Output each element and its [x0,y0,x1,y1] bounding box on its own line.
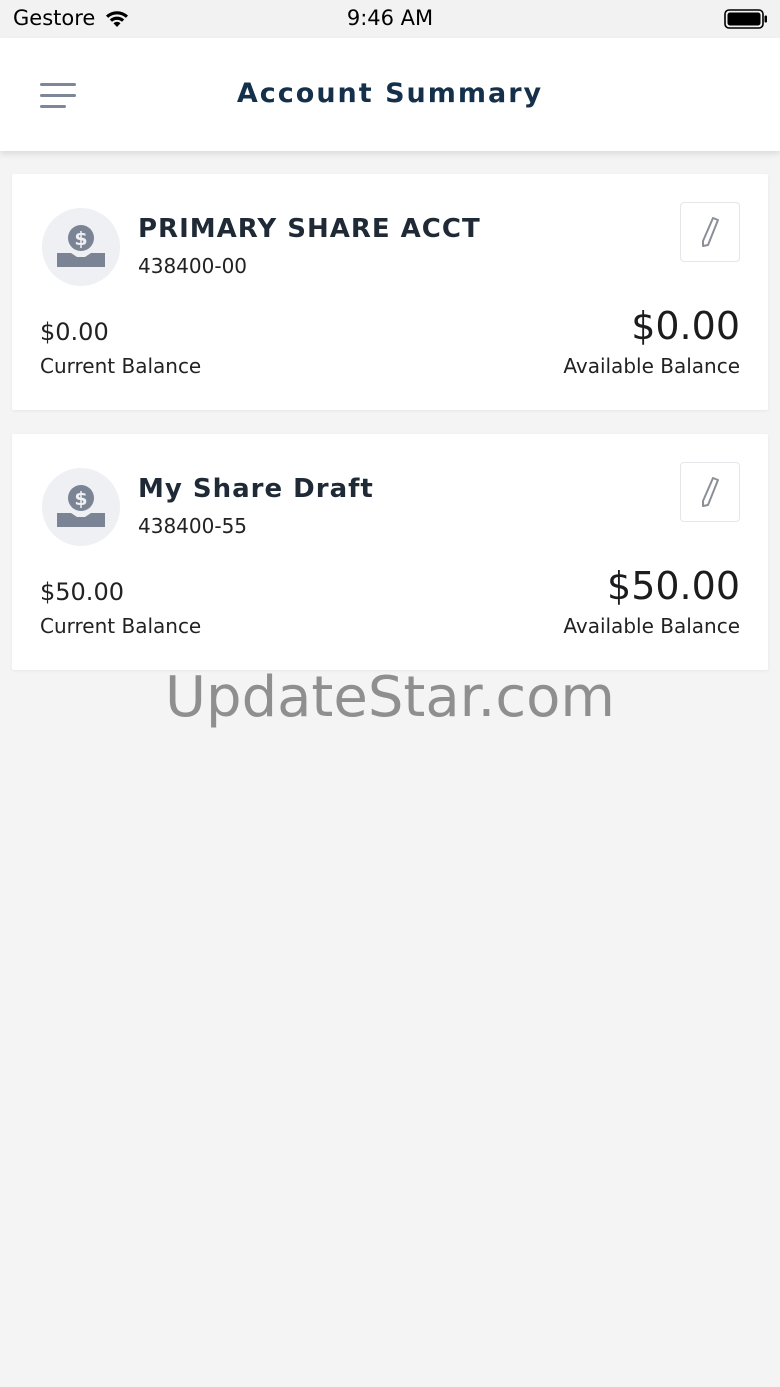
available-balance-label: Available Balance [563,614,740,638]
pencil-icon [702,217,719,247]
status-time: 9:46 AM [346,6,434,30]
account-card[interactable]: $ My Share Draft 438400-55 $50.00 Curren… [12,434,768,670]
available-balance-value: $50.00 [607,564,740,608]
current-balance-value: $0.00 [40,318,109,346]
account-number: 438400-00 [138,254,248,278]
current-balance-value: $50.00 [40,578,124,606]
watermark: UpdateStar.com [165,665,615,730]
battery-icon [724,9,767,29]
account-number: 438400-55 [138,514,248,538]
available-balance-value: $0.00 [631,304,740,348]
account-card[interactable]: $ PRIMARY SHARE ACCT 438400-00 $0.00 Cur… [12,174,768,410]
page-title: Account Summary [236,78,544,109]
current-balance-label: Current Balance [40,354,202,378]
account-name: My Share Draft [138,474,374,504]
current-balance-label: Current Balance [40,614,202,638]
money-hand-icon: $ [57,485,105,527]
edit-button[interactable] [680,462,740,522]
svg-text:$: $ [74,228,87,250]
account-avatar: $ [42,208,120,286]
pencil-icon [702,477,719,507]
edit-button[interactable] [680,202,740,262]
account-avatar: $ [42,468,120,546]
svg-text:$: $ [74,488,87,510]
status-bar: Gestore 9:46 AM [0,0,780,38]
account-name: PRIMARY SHARE ACCT [138,214,481,244]
available-balance-label: Available Balance [563,354,740,378]
money-hand-icon: $ [57,225,105,267]
nav-bar: Account Summary [0,38,780,151]
